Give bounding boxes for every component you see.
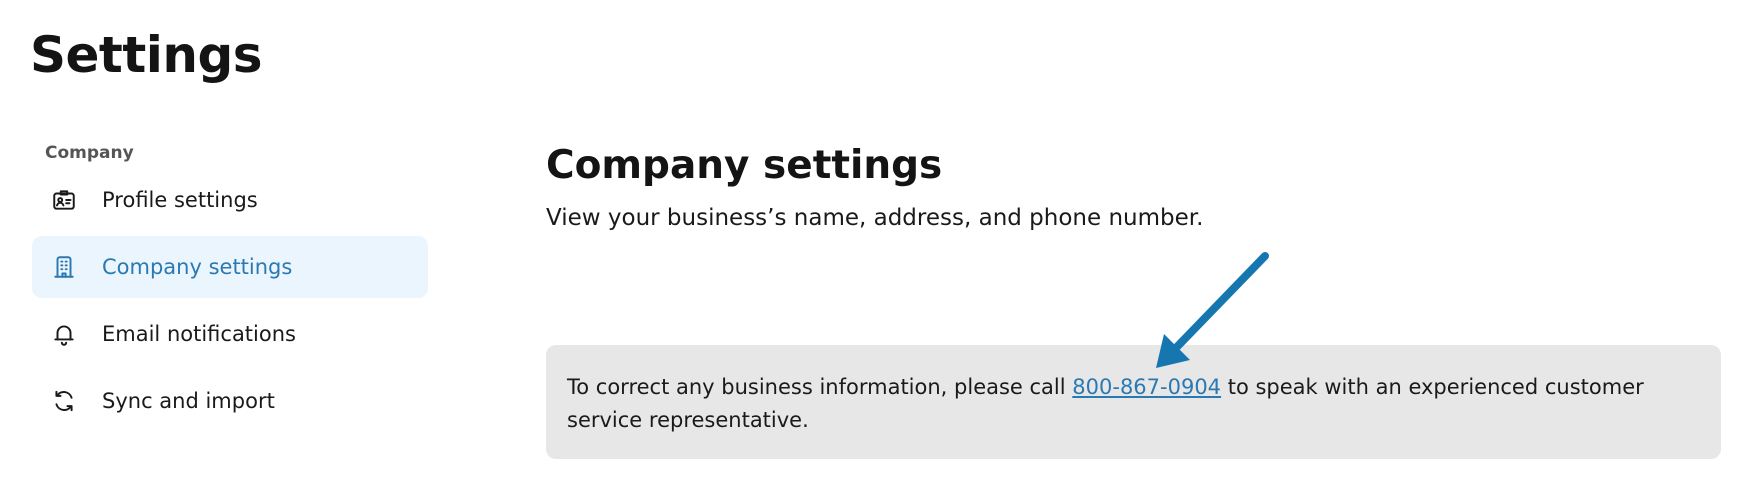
sync-icon — [50, 387, 78, 415]
sidebar-nav-list: Profile settings Company settings Email … — [32, 169, 428, 432]
sidebar-item-label: Profile settings — [102, 188, 258, 212]
company-settings-panel: Company settings View your business’s na… — [546, 140, 1722, 234]
sidebar-item-company-settings[interactable]: Company settings — [32, 236, 428, 298]
bell-icon — [50, 320, 78, 348]
section-subtitle: View your business’s name, address, and … — [546, 205, 1204, 231]
business-info-notice: To correct any business information, ple… — [546, 345, 1721, 459]
sidebar-item-label: Company settings — [102, 255, 293, 279]
sidebar-section-label: Company — [45, 143, 134, 163]
section-title: Company settings — [546, 143, 943, 188]
sidebar-item-sync-and-import[interactable]: Sync and import — [32, 370, 428, 432]
building-icon — [50, 253, 78, 281]
sidebar-item-profile-settings[interactable]: Profile settings — [32, 169, 428, 231]
phone-number-link[interactable]: 800-867-0904 — [1072, 375, 1221, 399]
notice-text-before: To correct any business information, ple… — [567, 375, 1073, 399]
sidebar-item-label: Sync and import — [102, 389, 275, 413]
settings-page: Settings Company Profile settings Compan… — [0, 0, 1746, 483]
id-card-icon — [50, 186, 78, 214]
sidebar-item-label: Email notifications — [102, 322, 296, 346]
page-title: Settings — [30, 26, 263, 84]
sidebar: Company Profile settings Company setting… — [32, 140, 428, 437]
sidebar-item-email-notifications[interactable]: Email notifications — [32, 303, 428, 365]
